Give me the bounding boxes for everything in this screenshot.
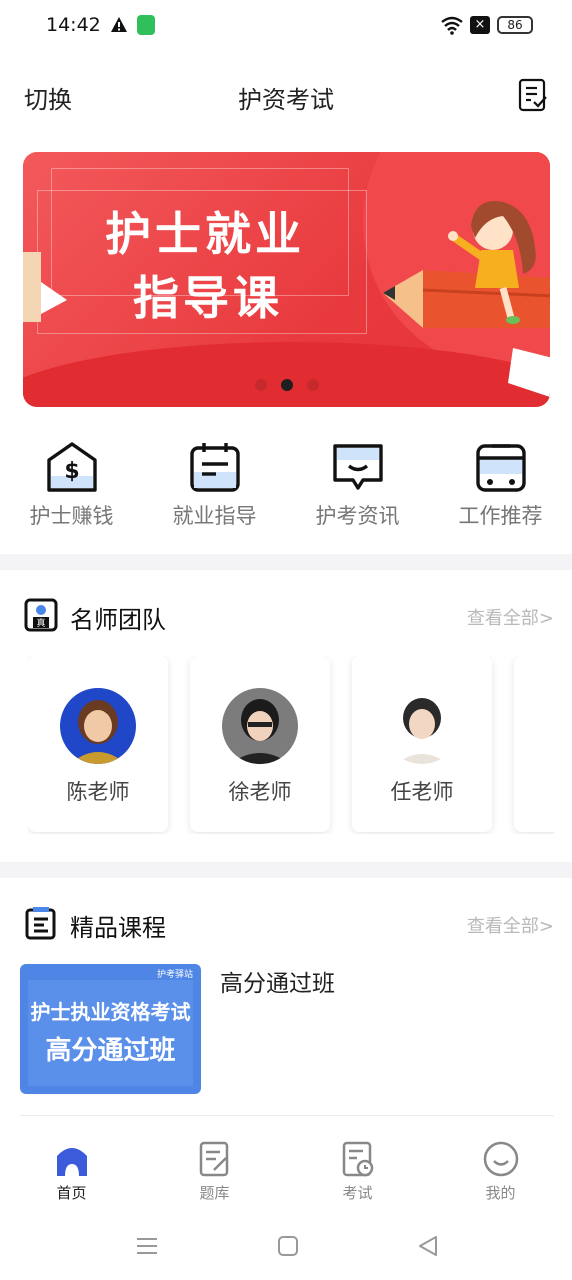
teacher-avatar <box>60 688 136 764</box>
back-icon[interactable] <box>416 1234 440 1258</box>
teacher-avatar <box>384 688 460 764</box>
quick-menu: $ 护士赚钱 就业指导 护考资讯 工作推荐 <box>0 440 572 540</box>
warning-icon <box>111 17 127 32</box>
banner-title-line2: 指导课 <box>133 271 283 325</box>
quick-label: 护士赚钱 <box>29 504 114 528</box>
menu-icon[interactable] <box>135 1234 159 1258</box>
battery-icon: 86 <box>497 16 533 34</box>
system-nav-bar <box>0 1222 572 1280</box>
pagination-dot-active[interactable] <box>280 379 293 391</box>
bus-icon <box>475 444 526 492</box>
girl-on-pencil-illustration <box>383 201 550 397</box>
course-title[interactable]: 高分通过班 <box>220 964 335 998</box>
nav-label: 首页 <box>56 1184 87 1202</box>
course-list-icon <box>25 907 56 940</box>
teacher-badge-icon: 真 <box>24 598 58 632</box>
view-all-teachers-link[interactable]: 查看全部> <box>467 604 554 630</box>
teacher-name: 任老师 <box>390 780 454 804</box>
nav-exam[interactable]: 考试 <box>286 1130 429 1212</box>
quick-label: 就业指导 <box>172 504 257 528</box>
promo-banner[interactable]: 护士就业 指导课 <box>23 152 550 407</box>
nav-label: 题库 <box>199 1184 230 1202</box>
section-title: 名师团队 <box>70 606 166 634</box>
quick-label: 工作推荐 <box>458 504 543 528</box>
teacher-name: 徐老师 <box>228 780 292 804</box>
teacher-card[interactable]: 任老师 <box>352 656 492 832</box>
money-house-icon: $ <box>46 442 97 492</box>
section-divider <box>0 554 572 570</box>
svg-text:$: $ <box>64 459 79 484</box>
nav-profile[interactable]: 我的 <box>429 1130 572 1212</box>
teachers-section-header: 真 名师团队 查看全部> <box>0 592 572 636</box>
banner-title-line1: 护士就业 <box>105 207 305 261</box>
switch-button[interactable]: 切换 <box>24 80 72 115</box>
nav-label: 我的 <box>485 1184 516 1202</box>
document-icon[interactable] <box>518 78 548 112</box>
teacher-name: 陈老师 <box>66 780 130 804</box>
message-icon <box>332 444 383 490</box>
sim-icon: × <box>470 16 490 34</box>
svg-text:真: 真 <box>36 617 45 629</box>
pagination-dot[interactable] <box>306 379 319 391</box>
home-icon <box>56 1148 87 1176</box>
page-title: 护资考试 <box>238 86 334 114</box>
quick-item-career-guide[interactable]: 就业指导 <box>143 440 286 540</box>
exam-icon <box>342 1141 373 1177</box>
pagination-dot[interactable] <box>254 379 267 391</box>
divider <box>20 1115 554 1116</box>
course-logo: 护考驿站 <box>156 970 193 980</box>
teacher-card[interactable] <box>514 656 554 832</box>
course-thumbnail-line2: 高分通过班 <box>45 1036 176 1066</box>
courses-section-header: 精品课程 查看全部> <box>0 900 572 944</box>
home-square-icon[interactable] <box>276 1234 300 1258</box>
nav-home[interactable]: 首页 <box>0 1130 143 1212</box>
nav-question-bank[interactable]: 题库 <box>143 1130 286 1212</box>
profile-icon <box>483 1141 518 1177</box>
section-divider <box>0 862 572 878</box>
teacher-avatar <box>222 688 298 764</box>
app-header: 护资考试 切换 <box>0 72 572 122</box>
quick-item-exam-news[interactable]: 护考资讯 <box>286 440 429 540</box>
status-bar: 14:42 × 86 <box>0 0 572 52</box>
wifi-icon <box>441 16 463 35</box>
teacher-card[interactable]: 陈老师 <box>28 656 168 832</box>
view-all-courses-link[interactable]: 查看全部> <box>467 912 554 938</box>
question-bank-icon <box>199 1141 228 1177</box>
app-notification-icon <box>137 15 155 35</box>
quick-item-nurse-earn[interactable]: $ 护士赚钱 <box>0 440 143 540</box>
bottom-nav: 首页 题库 考试 我的 <box>0 1130 572 1212</box>
course-thumbnail[interactable]: 护考驿站 护士执业资格考试 高分通过班 <box>20 964 201 1094</box>
course-thumbnail-line1: 护士执业资格考试 <box>30 1000 191 1024</box>
teachers-carousel[interactable]: 陈老师 徐老师 任老师 <box>28 656 554 834</box>
section-title: 精品课程 <box>70 914 166 942</box>
banner-pagination <box>23 376 550 395</box>
quick-label: 护考资讯 <box>315 504 400 528</box>
book-illustration <box>23 252 67 322</box>
teacher-card[interactable]: 徐老师 <box>190 656 330 832</box>
nav-label: 考试 <box>342 1184 373 1202</box>
quick-item-job-recommend[interactable]: 工作推荐 <box>429 440 572 540</box>
calendar-note-icon <box>189 443 240 492</box>
status-time: 14:42 <box>46 14 101 36</box>
